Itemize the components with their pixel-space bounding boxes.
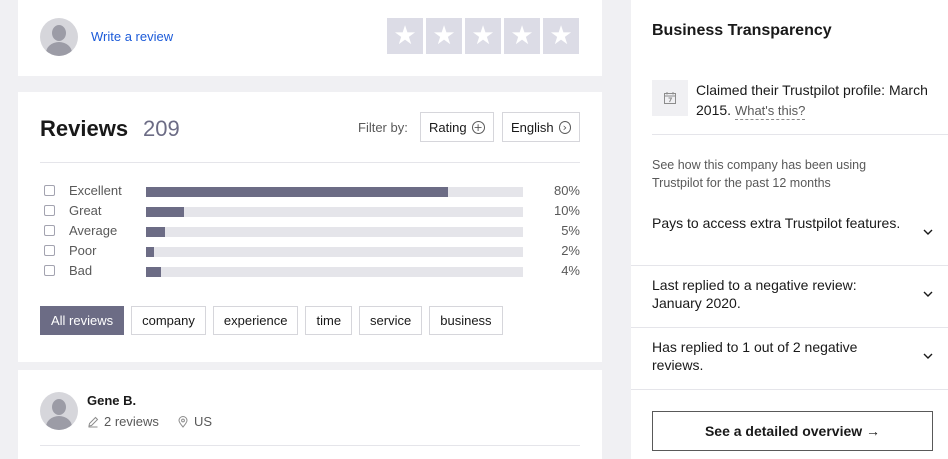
filter-language-button[interactable]: English › — [502, 112, 580, 142]
rating-percent: 4% — [561, 263, 580, 278]
location-pin-icon — [178, 415, 188, 428]
star-rating-input[interactable]: ★ ★ ★ ★ ★ — [387, 18, 579, 54]
accordion-item[interactable]: Last replied to a negative review: Janua… — [652, 266, 948, 328]
filter-language-label: English — [511, 119, 554, 135]
rating-checkbox[interactable] — [44, 265, 55, 276]
accordion-item[interactable]: Pays to access extra Trustpilot features… — [652, 204, 948, 266]
business-transparency-panel: Business Transparency Claimed their Trus… — [631, 0, 948, 459]
reviewer-review-count: 2 reviews — [87, 414, 159, 429]
detailed-overview-button[interactable]: See a detailed overview → — [652, 411, 933, 451]
panel-title: Business Transparency — [652, 22, 832, 39]
rating-bar-fill — [146, 187, 448, 197]
reviewer-country: US — [177, 414, 212, 429]
rating-bar-track — [146, 247, 523, 257]
rating-bar-track — [146, 227, 523, 237]
filter-rating-button[interactable]: Rating + — [420, 112, 494, 142]
rating-checkbox[interactable] — [44, 205, 55, 216]
rating-row[interactable]: Poor 2% — [40, 242, 580, 260]
rating-percent: 2% — [561, 243, 580, 258]
rating-bar-fill — [146, 207, 184, 217]
accordion-text: Last replied to a negative review: Janua… — [652, 277, 857, 311]
review-card: Gene B. 2 reviews US — [18, 370, 602, 459]
claimed-text-label: Claimed their Trustpilot profile: March … — [696, 82, 928, 118]
chevron-down-icon — [923, 353, 933, 359]
rating-row[interactable]: Great 10% — [40, 202, 580, 220]
whats-this-link[interactable]: What's this? — [734, 103, 806, 120]
divider — [652, 134, 948, 135]
chevron-right-circle-icon: › — [558, 120, 571, 134]
reviews-summary-card: Reviews 209 Filter by: Rating + English … — [18, 92, 602, 362]
filter-rating-label: Rating — [429, 119, 467, 135]
rating-checkbox[interactable] — [44, 185, 55, 196]
rating-row[interactable]: Excellent 80% — [40, 182, 580, 200]
tag-business[interactable]: business — [429, 306, 503, 335]
reviews-title: Reviews — [40, 116, 129, 141]
tag-experience[interactable]: experience — [212, 306, 299, 335]
rating-percent: 10% — [553, 203, 580, 218]
rating-checkbox[interactable] — [44, 245, 55, 256]
chevron-down-icon — [923, 229, 933, 235]
star-icon[interactable]: ★ — [387, 18, 423, 54]
rating-bar-track — [146, 207, 523, 217]
rating-label: Bad — [69, 263, 93, 278]
star-icon[interactable]: ★ — [426, 18, 462, 54]
reviews-count: 209 — [143, 116, 180, 141]
tag-all-reviews[interactable]: All reviews — [40, 306, 125, 335]
divider — [631, 389, 948, 390]
rating-bar-fill — [146, 247, 154, 257]
rating-percent: 80% — [553, 183, 580, 198]
tag-company[interactable]: company — [131, 306, 206, 335]
rating-label: Excellent — [69, 183, 122, 198]
user-avatar — [40, 18, 78, 56]
calendar-icon — [652, 80, 688, 116]
reviewer-avatar[interactable] — [40, 392, 78, 430]
see-how-text: See how this company has been using Trus… — [652, 158, 867, 190]
rating-label: Great — [69, 203, 102, 218]
rating-checkbox[interactable] — [44, 225, 55, 236]
plus-circle-icon: + — [471, 120, 485, 134]
star-icon[interactable]: ★ — [504, 18, 540, 54]
rating-bar-fill — [146, 227, 165, 237]
star-icon[interactable]: ★ — [465, 18, 501, 54]
divider — [40, 445, 580, 446]
country-text: US — [194, 414, 213, 429]
rating-label: Average — [69, 223, 118, 238]
reviewer-name[interactable]: Gene B. — [87, 393, 136, 408]
rating-bar-track — [146, 187, 523, 197]
rating-label: Poor — [69, 243, 97, 258]
divider — [40, 162, 580, 163]
topic-tags: All reviews company experience time service b… — [40, 306, 503, 335]
accordion-text: Has replied to 1 out of 2 negative revie… — [652, 339, 858, 373]
star-icon[interactable]: ★ — [543, 18, 579, 54]
tag-service[interactable]: service — [359, 306, 423, 335]
pencil-icon — [88, 416, 99, 427]
chevron-down-icon — [923, 291, 933, 297]
tag-time[interactable]: time — [305, 306, 353, 335]
filter-label: Filter by: — [358, 120, 408, 135]
rating-percent: 5% — [561, 223, 580, 238]
write-review-card: Write a review ★ ★ ★ ★ ★ — [18, 0, 602, 76]
review-count-text: 2 reviews — [104, 414, 159, 429]
rating-bar-fill — [146, 267, 162, 277]
claimed-profile-text: Claimed their Trustpilot profile: March … — [696, 80, 936, 121]
rating-row[interactable]: Average 5% — [40, 222, 580, 240]
rating-bar-track — [146, 267, 523, 277]
rating-row[interactable]: Bad 4% — [40, 262, 580, 280]
accordion-text: Pays to access extra Trustpilot features… — [652, 215, 901, 231]
accordion-item[interactable]: Has replied to 1 out of 2 negative revie… — [652, 328, 948, 390]
write-review-link[interactable]: Write a review — [91, 29, 173, 44]
